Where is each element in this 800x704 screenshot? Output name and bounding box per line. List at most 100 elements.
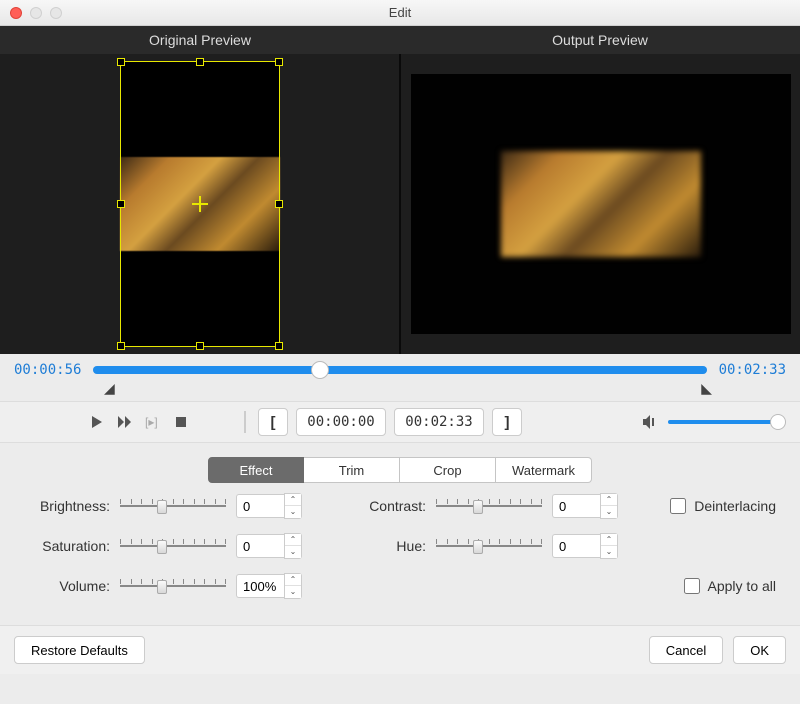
effect-volume-slider[interactable] [120, 577, 226, 595]
brightness-knob[interactable] [157, 500, 167, 514]
playback-buttons: [▸] [88, 413, 190, 431]
brightness-step-down[interactable]: ⌄ [285, 506, 301, 518]
effect-volume-input[interactable] [236, 574, 284, 598]
volume-label: Volume: [24, 578, 110, 594]
effect-volume-step-down[interactable]: ⌄ [285, 586, 301, 598]
current-time: 00:00:56 [14, 362, 81, 378]
hue-slider[interactable] [436, 537, 542, 555]
original-preview-label: Original Preview [0, 26, 400, 54]
crop-handle-mr[interactable] [275, 200, 283, 208]
brightness-input[interactable] [236, 494, 284, 518]
tab-crop[interactable]: Crop [400, 457, 496, 483]
stop-button[interactable] [172, 413, 190, 431]
set-in-button[interactable]: [ [258, 408, 288, 436]
brightness-label: Brightness: [24, 498, 110, 514]
effect-tabs: Effect Trim Crop Watermark [0, 443, 800, 493]
output-preview-label: Output Preview [400, 26, 800, 54]
deinterlacing-label: Deinterlacing [694, 498, 776, 514]
hue-step-up[interactable]: ⌃ [601, 534, 617, 546]
volume-icon[interactable] [642, 414, 660, 430]
contrast-step-down[interactable]: ⌄ [601, 506, 617, 518]
bottom-bar: Restore Defaults Cancel OK [0, 625, 800, 674]
volume-thumb[interactable] [770, 414, 786, 430]
volume-group: Volume: ⌃⌄ [24, 573, 324, 599]
effect-controls: Brightness: ⌃⌄ Contrast: ⌃⌄ Deinter [0, 493, 800, 625]
play-button[interactable] [88, 413, 106, 431]
hue-step-down[interactable]: ⌄ [601, 546, 617, 558]
window-title: Edit [0, 5, 800, 20]
brightness-group: Brightness: ⌃⌄ [24, 493, 324, 519]
saturation-spinner: ⌃⌄ [236, 533, 302, 559]
brightness-step-up[interactable]: ⌃ [285, 494, 301, 506]
brightness-slider[interactable] [120, 497, 226, 515]
crop-handle-tr[interactable] [275, 58, 283, 66]
saturation-knob[interactable] [157, 540, 167, 554]
hue-group: Hue: ⌃⌄ [340, 533, 640, 559]
contrast-knob[interactable] [473, 500, 483, 514]
saturation-step-up[interactable]: ⌃ [285, 534, 301, 546]
crop-selection[interactable] [120, 61, 280, 347]
contrast-step-up[interactable]: ⌃ [601, 494, 617, 506]
range-start-marker-icon[interactable]: ◢ [104, 380, 115, 397]
crop-handle-tl[interactable] [117, 58, 125, 66]
cancel-button[interactable]: Cancel [649, 636, 723, 664]
volume-control [642, 414, 778, 430]
contrast-group: Contrast: ⌃⌄ [340, 493, 640, 519]
deinterlacing-checkbox[interactable] [670, 498, 686, 514]
apply-all-checkbox[interactable] [684, 578, 700, 594]
saturation-group: Saturation: ⌃⌄ [24, 533, 324, 559]
preview-header-row: Original Preview Output Preview [0, 26, 800, 54]
output-frame [411, 74, 791, 334]
title-bar: Edit [0, 0, 800, 26]
in-time[interactable]: 00:00:00 [296, 408, 386, 436]
original-preview-pane[interactable] [0, 54, 399, 354]
effect-volume-step-up[interactable]: ⌃ [285, 574, 301, 586]
output-image [501, 151, 701, 257]
crop-handle-mt[interactable] [196, 58, 204, 66]
seek-fill [93, 366, 706, 374]
step-button[interactable]: [▸] [144, 413, 162, 431]
tab-watermark[interactable]: Watermark [496, 457, 592, 483]
svg-text:[▸]: [▸] [145, 415, 158, 429]
crop-handle-ml[interactable] [117, 200, 125, 208]
range-end-marker-icon[interactable]: ◣ [701, 380, 712, 397]
output-preview-pane [399, 54, 800, 354]
hue-label: Hue: [340, 538, 426, 554]
saturation-step-down[interactable]: ⌄ [285, 546, 301, 558]
crop-handle-bl[interactable] [117, 342, 125, 350]
total-time: 00:02:33 [719, 362, 786, 378]
ok-button[interactable]: OK [733, 636, 786, 664]
seek-track[interactable] [93, 366, 706, 374]
volume-slider[interactable] [668, 420, 778, 424]
contrast-label: Contrast: [340, 498, 426, 514]
saturation-slider[interactable] [120, 537, 226, 555]
crop-handle-mb[interactable] [196, 342, 204, 350]
seek-bar-row: 00:00:56 00:02:33 [0, 354, 800, 380]
contrast-spinner: ⌃⌄ [552, 493, 618, 519]
effect-volume-knob[interactable] [157, 580, 167, 594]
set-out-button[interactable]: ] [492, 408, 522, 436]
fast-forward-button[interactable] [116, 413, 134, 431]
range-group: [ 00:00:00 00:02:33 ] [258, 408, 522, 436]
original-frame [120, 61, 280, 347]
effect-volume-spinner: ⌃⌄ [236, 573, 302, 599]
restore-defaults-button[interactable]: Restore Defaults [14, 636, 145, 664]
seek-thumb[interactable] [311, 361, 329, 379]
hue-knob[interactable] [473, 540, 483, 554]
divider [244, 411, 246, 433]
contrast-input[interactable] [552, 494, 600, 518]
out-time[interactable]: 00:02:33 [394, 408, 484, 436]
deinterlacing-check: Deinterlacing [670, 498, 776, 514]
tab-trim[interactable]: Trim [304, 457, 400, 483]
saturation-input[interactable] [236, 534, 284, 558]
brightness-spinner: ⌃⌄ [236, 493, 302, 519]
apply-all-check: Apply to all [684, 578, 776, 594]
crop-handle-br[interactable] [275, 342, 283, 350]
crop-center-cross-icon [192, 196, 208, 212]
hue-input[interactable] [552, 534, 600, 558]
contrast-slider[interactable] [436, 497, 542, 515]
preview-area [0, 54, 800, 354]
tab-effect[interactable]: Effect [208, 457, 304, 483]
hue-spinner: ⌃⌄ [552, 533, 618, 559]
apply-all-label: Apply to all [708, 578, 776, 594]
